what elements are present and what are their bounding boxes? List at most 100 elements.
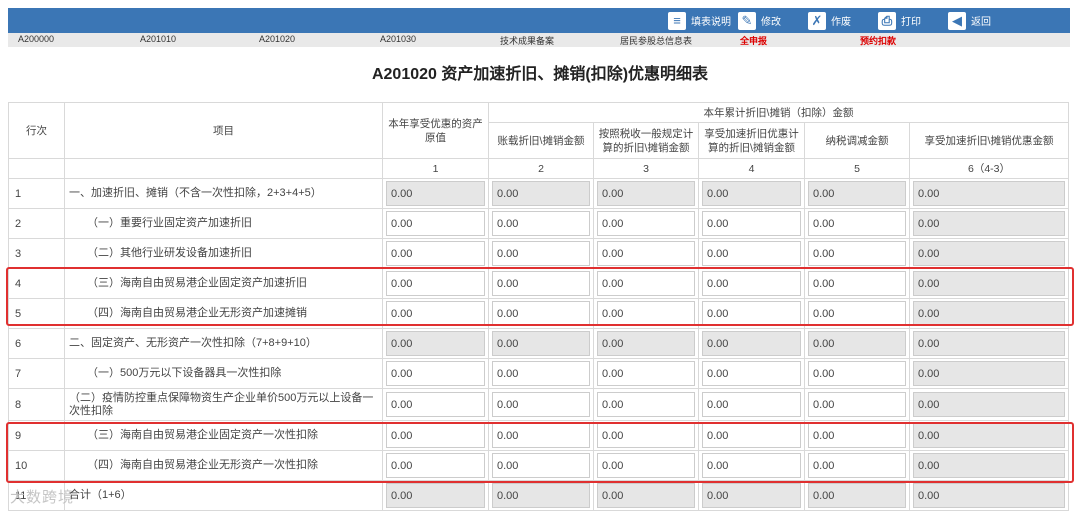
tab-a200000[interactable]: A200000 (18, 34, 54, 44)
back-arrow-icon: ◀ (948, 11, 966, 30)
amount-input[interactable]: 0.00 (702, 271, 801, 296)
amount-input[interactable]: 0.00 (492, 271, 590, 296)
amount-input[interactable]: 0.00 (597, 211, 695, 236)
value-cell: 0.00 (909, 420, 1069, 451)
amount-input[interactable]: 0.00 (492, 211, 590, 236)
tab-full-declaration[interactable]: 全申报 (740, 34, 767, 47)
amount-input[interactable]: 0.00 (702, 392, 801, 417)
tab-a201010[interactable]: A201010 (140, 34, 176, 44)
tab-a201020[interactable]: A201020 (259, 34, 295, 44)
amount-input[interactable]: 0.00 (702, 301, 801, 326)
printer-icon: ⎙ (878, 11, 896, 30)
value-cell: 0.00 (593, 420, 699, 451)
amount-input[interactable]: 0.00 (808, 211, 906, 236)
amount-input[interactable]: 0.00 (597, 392, 695, 417)
header-row-no: 行次 (8, 102, 65, 159)
row-item-label: （一）重要行业固定资产加速折旧 (64, 208, 383, 239)
amount-input[interactable]: 0.00 (492, 301, 590, 326)
value-cell: 0.00 (804, 238, 910, 269)
amount-readonly: 0.00 (386, 331, 485, 356)
amount-input[interactable]: 0.00 (808, 271, 906, 296)
modify-button[interactable]: ✎ 修改 (738, 8, 781, 33)
pencil-icon: ✎ (738, 11, 756, 30)
amount-input[interactable]: 0.00 (386, 211, 485, 236)
value-cell: 0.00 (382, 238, 489, 269)
void-button[interactable]: ✗ 作废 (808, 8, 851, 33)
value-cell: 0.00 (382, 420, 489, 451)
value-cell: 0.00 (804, 480, 910, 511)
value-cell: 0.00 (593, 178, 699, 209)
amount-input[interactable]: 0.00 (386, 453, 485, 478)
header-num-1: 1 (382, 158, 489, 179)
amount-input[interactable]: 0.00 (702, 241, 801, 266)
value-cell: 0.00 (593, 358, 699, 389)
value-cell: 0.00 (698, 420, 805, 451)
amount-input[interactable]: 0.00 (808, 241, 906, 266)
amount-input[interactable]: 0.00 (386, 241, 485, 266)
value-cell: 0.00 (909, 328, 1069, 359)
amount-input[interactable]: 0.00 (808, 361, 906, 386)
amount-input[interactable]: 0.00 (597, 271, 695, 296)
amount-input[interactable]: 0.00 (702, 211, 801, 236)
amount-input[interactable]: 0.00 (808, 423, 906, 448)
row-item-label: （四）海南自由贸易港企业无形资产加速摊销 (64, 298, 383, 329)
amount-input[interactable]: 0.00 (492, 392, 590, 417)
amount-input[interactable]: 0.00 (386, 271, 485, 296)
value-cell: 0.00 (382, 208, 489, 239)
header-num-6: 6（4-3） (909, 158, 1069, 179)
amount-readonly: 0.00 (597, 181, 695, 206)
value-cell: 0.00 (698, 328, 805, 359)
row-item-label: 合计（1+6） (64, 480, 383, 511)
amount-input[interactable]: 0.00 (492, 423, 590, 448)
tab-tech-results[interactable]: 技术成果备案 (500, 34, 554, 47)
fill-instructions-button[interactable]: ≡ 填表说明 (668, 8, 731, 33)
value-cell: 0.00 (909, 298, 1069, 329)
tab-a201030[interactable]: A201030 (380, 34, 416, 44)
amount-input[interactable]: 0.00 (808, 301, 906, 326)
amount-input[interactable]: 0.00 (386, 392, 485, 417)
header-num-blank-2 (64, 158, 383, 179)
amount-input[interactable]: 0.00 (492, 241, 590, 266)
row-item-label: （二）疫情防控重点保障物资生产企业单价500万元以上设备一次性扣除 (64, 388, 383, 421)
back-button[interactable]: ◀ 返回 (948, 8, 991, 33)
amount-readonly: 0.00 (913, 181, 1065, 206)
value-cell: 0.00 (698, 178, 805, 209)
table-row: 5 （四）海南自由贸易港企业无形资产加速摊销 0.00 0.00 0.00 0.00 0.0… (8, 298, 1069, 329)
amount-input[interactable]: 0.00 (386, 301, 485, 326)
amount-input[interactable]: 0.00 (808, 453, 906, 478)
header-num-3: 3 (593, 158, 699, 179)
amount-input[interactable]: 0.00 (597, 453, 695, 478)
print-button[interactable]: ⎙ 打印 (878, 8, 921, 33)
tab-scheduled-deduction[interactable]: 预约扣款 (860, 34, 896, 47)
value-cell: 0.00 (909, 238, 1069, 269)
amount-input[interactable]: 0.00 (492, 361, 590, 386)
amount-input[interactable]: 0.00 (597, 423, 695, 448)
value-cell: 0.00 (488, 388, 594, 421)
value-cell: 0.00 (698, 358, 805, 389)
amount-readonly: 0.00 (913, 241, 1065, 266)
amount-input[interactable]: 0.00 (597, 241, 695, 266)
value-cell: 0.00 (804, 358, 910, 389)
value-cell: 0.00 (382, 388, 489, 421)
tab-resident-shares[interactable]: 居民参股总信息表 (620, 34, 692, 47)
value-cell: 0.00 (698, 388, 805, 421)
value-cell: 0.00 (382, 480, 489, 511)
value-cell: 0.00 (382, 178, 489, 209)
amount-input[interactable]: 0.00 (386, 423, 485, 448)
amount-input[interactable]: 0.00 (702, 361, 801, 386)
value-cell: 0.00 (488, 358, 594, 389)
amount-input[interactable]: 0.00 (386, 361, 485, 386)
value-cell: 0.00 (593, 450, 699, 481)
amount-input[interactable]: 0.00 (492, 453, 590, 478)
amount-input[interactable]: 0.00 (597, 301, 695, 326)
value-cell: 0.00 (593, 208, 699, 239)
amount-input[interactable]: 0.00 (702, 423, 801, 448)
amount-input[interactable]: 0.00 (597, 361, 695, 386)
amount-input[interactable]: 0.00 (702, 453, 801, 478)
amount-readonly: 0.00 (597, 331, 695, 356)
value-cell: 0.00 (382, 450, 489, 481)
amount-input[interactable]: 0.00 (808, 392, 906, 417)
value-cell: 0.00 (382, 328, 489, 359)
row-item-label: （一）500万元以下设备器具一次性扣除 (64, 358, 383, 389)
value-cell: 0.00 (488, 480, 594, 511)
